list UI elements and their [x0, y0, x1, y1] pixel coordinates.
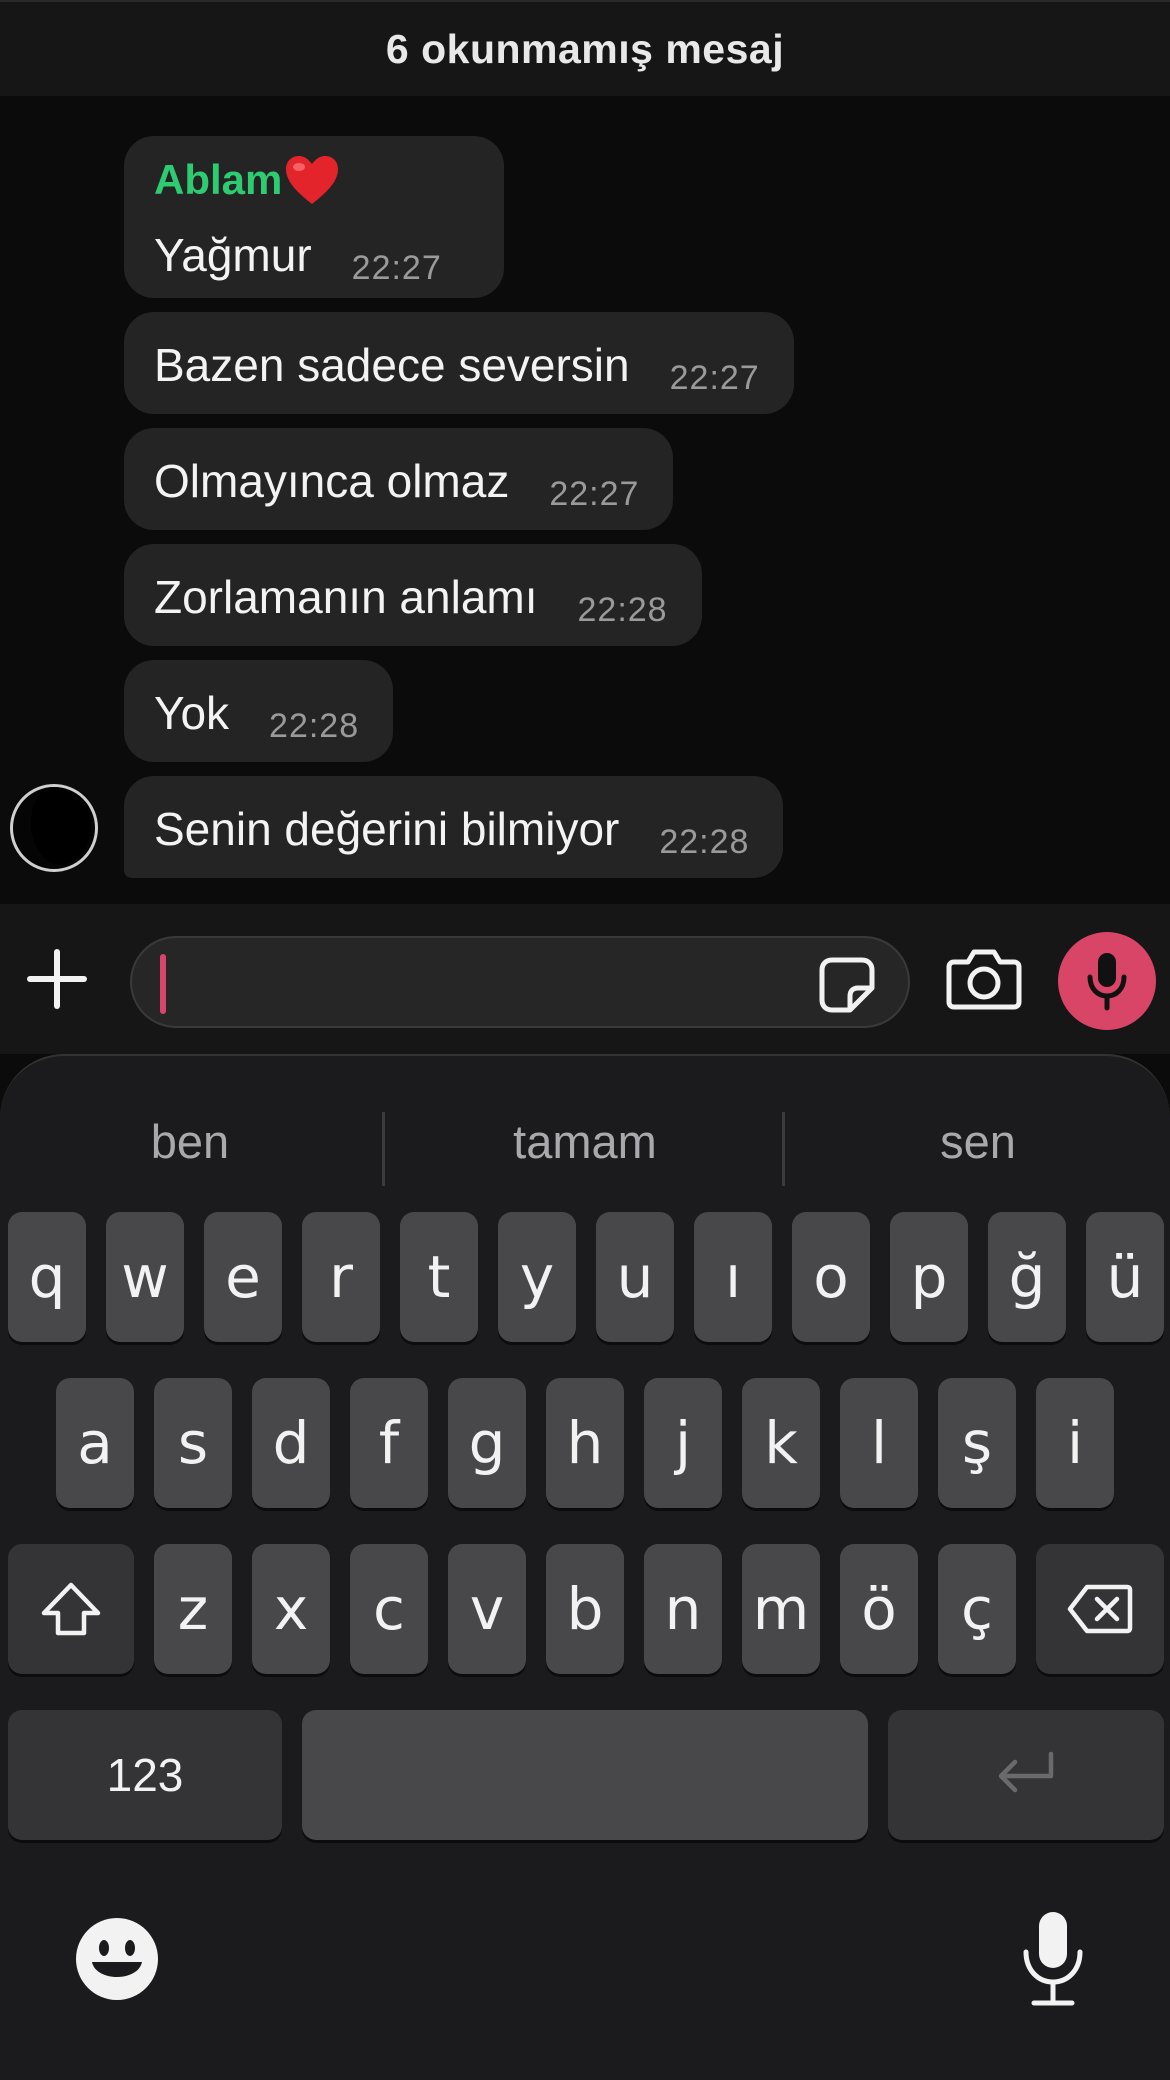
key[interactable]: r	[302, 1212, 380, 1342]
sticker-icon[interactable]	[818, 956, 876, 1014]
message-list[interactable]: Ablam Yağmur 22:27 Bazen sadece seversin…	[0, 96, 1170, 904]
message-text: Yağmur	[154, 229, 312, 281]
unread-label: 6 okunmamış mesaj	[385, 25, 785, 72]
key[interactable]: ü	[1086, 1212, 1164, 1342]
message-text: Bazen sadece seversin	[154, 339, 630, 391]
message-bubble[interactable]: Bazen sadece seversin 22:27	[124, 312, 794, 414]
message-bubble[interactable]: Ablam Yağmur 22:27	[124, 136, 504, 298]
message-time: 22:27	[351, 249, 442, 287]
plus-icon[interactable]	[24, 946, 90, 1012]
suggestion-3[interactable]: sen	[786, 1096, 1170, 1186]
key[interactable]: n	[644, 1544, 722, 1674]
message-time: 22:27	[669, 359, 760, 397]
delete-key[interactable]	[1036, 1544, 1164, 1674]
message-bubble[interactable]: Zorlamanın anlamı 22:28	[124, 544, 702, 646]
key[interactable]: ş	[938, 1378, 1016, 1508]
heart-icon	[286, 156, 339, 204]
message-time: 22:28	[577, 591, 668, 629]
message-bubble[interactable]: Senin değerini bilmiyor 22:28	[124, 776, 784, 878]
key[interactable]: u	[596, 1212, 674, 1342]
key[interactable]: l	[840, 1378, 918, 1508]
message-time: 22:28	[269, 707, 360, 745]
dictation-icon[interactable]	[1020, 1908, 1086, 2008]
numbers-key[interactable]: 123	[8, 1710, 282, 1840]
key[interactable]: ı	[694, 1212, 772, 1342]
microphone-icon	[1087, 953, 1127, 1011]
key[interactable]: w	[106, 1212, 184, 1342]
key[interactable]: z	[154, 1544, 232, 1674]
key[interactable]: j	[644, 1378, 722, 1508]
key[interactable]: v	[448, 1544, 526, 1674]
key[interactable]: b	[546, 1544, 624, 1674]
avatar[interactable]	[10, 784, 98, 872]
space-key[interactable]	[302, 1710, 868, 1840]
key[interactable]: k	[742, 1378, 820, 1508]
suggestion-divider	[782, 1112, 785, 1186]
chat-screen: 6 okunmamış mesaj Ablam Yağmur 22:27 Baz…	[0, 0, 1170, 2080]
key[interactable]: i	[1036, 1378, 1114, 1508]
unread-banner: 6 okunmamış mesaj	[0, 0, 1170, 96]
key[interactable]: ö	[840, 1544, 918, 1674]
voice-message-button[interactable]	[1058, 932, 1156, 1030]
key[interactable]: o	[792, 1212, 870, 1342]
return-icon	[998, 1751, 1054, 1793]
key[interactable]: e	[204, 1212, 282, 1342]
camera-icon[interactable]	[946, 944, 1022, 1012]
key[interactable]: ğ	[988, 1212, 1066, 1342]
emoji-icon[interactable]	[74, 1916, 160, 2002]
key[interactable]: y	[498, 1212, 576, 1342]
key[interactable]: m	[742, 1544, 820, 1674]
key[interactable]: s	[154, 1378, 232, 1508]
suggestion-bar: ben tamam sen	[0, 1096, 1170, 1186]
message-bubble[interactable]: Olmayınca olmaz 22:27	[124, 428, 674, 530]
return-key[interactable]	[888, 1710, 1164, 1840]
suggestion-divider	[382, 1112, 385, 1186]
key[interactable]: c	[350, 1544, 428, 1674]
key[interactable]: h	[546, 1378, 624, 1508]
shift-key[interactable]	[8, 1544, 134, 1674]
sender-name[interactable]: Ablam	[154, 154, 340, 206]
key[interactable]: d	[252, 1378, 330, 1508]
message-text: Zorlamanın anlamı	[154, 571, 538, 623]
suggestion-1[interactable]: ben	[0, 1096, 380, 1186]
text-caret	[160, 954, 166, 1014]
message-text: Yok	[154, 687, 230, 739]
key[interactable]: t	[400, 1212, 478, 1342]
message-text: Senin değerini bilmiyor	[154, 803, 620, 855]
key[interactable]: f	[350, 1378, 428, 1508]
key[interactable]: q	[8, 1212, 86, 1342]
message-time: 22:28	[659, 823, 750, 861]
suggestion-2[interactable]: tamam	[386, 1096, 784, 1186]
key[interactable]: x	[252, 1544, 330, 1674]
key[interactable]: ç	[938, 1544, 1016, 1674]
message-input[interactable]	[130, 936, 910, 1028]
key[interactable]: p	[890, 1212, 968, 1342]
avatar-redaction	[31, 787, 91, 865]
message-bubble[interactable]: Yok 22:28	[124, 660, 394, 762]
shift-icon	[41, 1582, 101, 1636]
message-text: Olmayınca olmaz	[154, 455, 510, 507]
key[interactable]: g	[448, 1378, 526, 1508]
key[interactable]: a	[56, 1378, 134, 1508]
message-time: 22:27	[549, 475, 640, 513]
delete-icon	[1067, 1584, 1133, 1634]
